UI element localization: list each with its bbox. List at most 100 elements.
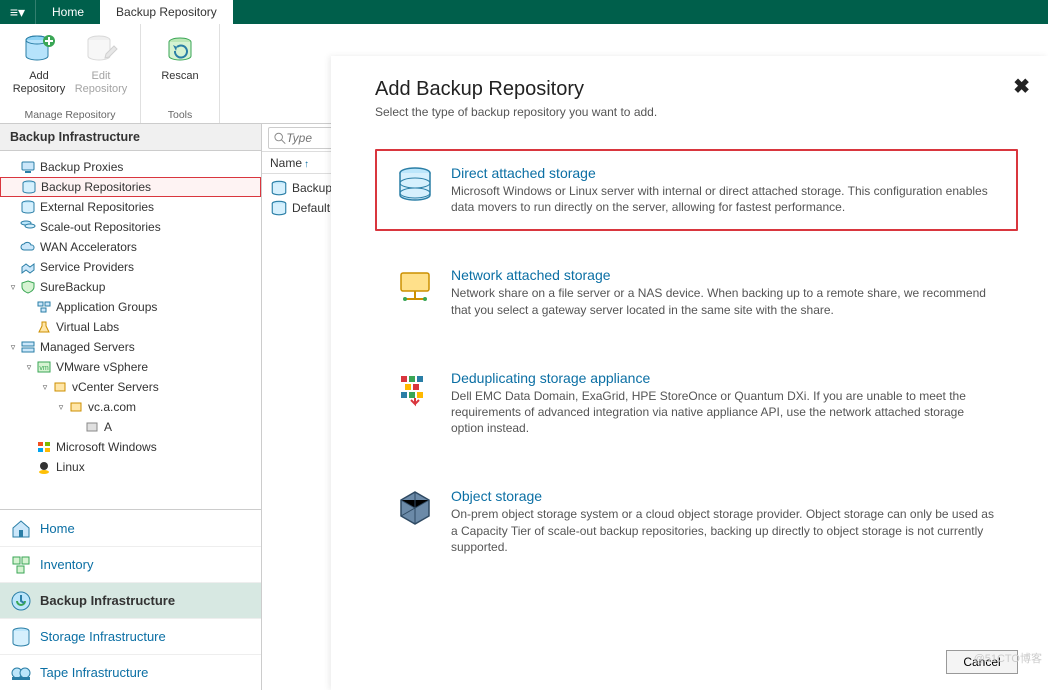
database-icon	[270, 200, 288, 216]
tree-item-vcenter-host[interactable]: ▿ vc.a.com	[0, 397, 261, 417]
caret-down-icon[interactable]: ▿	[54, 402, 68, 413]
sort-asc-icon: ↑	[304, 159, 309, 170]
ribbon-group-tools: Rescan Tools	[141, 24, 220, 123]
vmware-icon: vm	[36, 360, 52, 374]
database-edit-icon	[84, 32, 118, 66]
rescan-icon	[163, 32, 197, 66]
tree-label: VMware vSphere	[56, 360, 148, 374]
tree-item-external-repositories[interactable]: External Repositories	[0, 197, 261, 217]
option-title: Deduplicating storage appliance	[451, 370, 998, 386]
tree-item-surebackup[interactable]: ▿SureBackup	[0, 277, 261, 297]
database-icon	[21, 180, 37, 194]
storage-infra-icon	[10, 626, 32, 648]
tree-label: vc.a.com	[88, 400, 136, 414]
tree-item-backup-proxies[interactable]: Backup Proxies	[0, 157, 261, 177]
ribbon-group-label: Tools	[168, 107, 193, 121]
option-desc: On-prem object storage system or a cloud…	[451, 506, 998, 555]
vcenter-icon	[52, 380, 68, 394]
add-backup-repository-dialog: ✖ Add Backup Repository Select the type …	[331, 56, 1048, 690]
tree-item-service-providers[interactable]: Service Providers	[0, 257, 261, 277]
ribbon-label: Edit Repository	[75, 70, 128, 96]
caret-down-icon[interactable]: ▿	[6, 342, 20, 353]
svg-text:vm: vm	[39, 365, 49, 372]
nav-label: Storage Infrastructure	[40, 629, 166, 644]
rescan-button[interactable]: Rescan	[149, 28, 211, 85]
tree-item-managed-servers[interactable]: ▿ Managed Servers	[0, 337, 261, 357]
tree-label: Application Groups	[56, 300, 157, 314]
option-desc: Dell EMC Data Domain, ExaGrid, HPE Store…	[451, 388, 998, 437]
nav-label: Home	[40, 521, 75, 536]
tab-home[interactable]: Home	[36, 0, 100, 24]
tree-item-linux[interactable]: Linux	[0, 457, 261, 477]
caret-down-icon[interactable]: ▿	[38, 382, 52, 393]
handshake-icon	[20, 260, 36, 274]
proxy-icon	[20, 160, 36, 174]
dialog-subtitle: Select the type of backup repository you…	[375, 105, 1018, 119]
tree-item-application-groups[interactable]: Application Groups	[0, 297, 261, 317]
object-storage-icon	[395, 488, 435, 528]
option-title: Direct attached storage	[451, 165, 998, 181]
tree-item-vcenter-servers[interactable]: ▿ vCenter Servers	[0, 377, 261, 397]
list-label: Default	[292, 201, 330, 215]
option-title: Object storage	[451, 488, 998, 504]
database-add-icon	[22, 32, 56, 66]
dialog-footer: Cancel	[375, 644, 1018, 674]
menubar: ≡▾ Home Backup Repository	[0, 0, 1048, 24]
option-desc: Network share on a file server or a NAS …	[451, 285, 998, 317]
nas-icon	[395, 267, 435, 307]
tab-backup-repository[interactable]: Backup Repository	[100, 0, 233, 24]
shield-icon	[20, 280, 36, 294]
tree-item-wan-accelerators[interactable]: WAN Accelerators	[0, 237, 261, 257]
close-button[interactable]: ✖	[1013, 74, 1030, 99]
tree-item-ms-windows[interactable]: Microsoft Windows	[0, 437, 261, 457]
edit-repository-button: Edit Repository	[70, 28, 132, 98]
bottom-nav: Home Inventory Backup Infrastructure Sto…	[0, 509, 261, 690]
tree-item-backup-repositories[interactable]: Backup Repositories	[0, 177, 261, 197]
option-desc: Microsoft Windows or Linux server with i…	[451, 183, 998, 215]
tree-label: vCenter Servers	[72, 380, 159, 394]
list-label: Backup	[292, 181, 332, 195]
home-icon	[10, 517, 32, 539]
sidebar: Backup Infrastructure Backup Proxies Bac…	[0, 124, 262, 690]
option-object-storage[interactable]: Object storage On-prem object storage sy…	[375, 472, 1018, 571]
tree-item-vmware-vsphere[interactable]: ▿vm VMware vSphere	[0, 357, 261, 377]
das-icon	[395, 165, 435, 205]
tree-label: Scale-out Repositories	[40, 220, 161, 234]
option-title: Network attached storage	[451, 267, 998, 283]
nav-backup-infrastructure[interactable]: Backup Infrastructure	[0, 582, 261, 618]
option-network-attached-storage[interactable]: Network attached storage Network share o…	[375, 251, 1018, 333]
nav-tape-infrastructure[interactable]: Tape Infrastructure	[0, 654, 261, 690]
tree-label: Backup Proxies	[40, 160, 123, 174]
dedup-icon	[395, 370, 435, 410]
tree-label: Microsoft Windows	[56, 440, 157, 454]
ribbon-label: Rescan	[161, 70, 198, 83]
ribbon-label: Add Repository	[13, 70, 66, 96]
database-stack-icon	[20, 220, 36, 234]
tree: Backup Proxies Backup Repositories Exter…	[0, 151, 261, 483]
lab-icon	[36, 320, 52, 334]
nav-home[interactable]: Home	[0, 510, 261, 546]
dialog-options: Direct attached storage Microsoft Window…	[375, 149, 1018, 644]
col-name[interactable]: Name↑	[270, 156, 309, 170]
nav-inventory[interactable]: Inventory	[0, 546, 261, 582]
tree-item-scaleout-repositories[interactable]: Scale-out Repositories	[0, 217, 261, 237]
sidebar-header: Backup Infrastructure	[0, 124, 261, 151]
database-icon	[270, 180, 288, 196]
app-menu-button[interactable]: ≡▾	[0, 0, 36, 24]
ribbon-group-manage: Add Repository Edit Repository Manage Re…	[0, 24, 141, 123]
watermark: @51CTO博客	[974, 650, 1042, 666]
tree-label: Managed Servers	[40, 340, 135, 354]
add-repository-button[interactable]: Add Repository	[8, 28, 70, 98]
tree-item-datacenter[interactable]: A	[0, 417, 261, 437]
option-direct-attached-storage[interactable]: Direct attached storage Microsoft Window…	[375, 149, 1018, 231]
option-deduplicating-storage-appliance[interactable]: Deduplicating storage appliance Dell EMC…	[375, 354, 1018, 453]
tree-item-virtual-labs[interactable]: Virtual Labs	[0, 317, 261, 337]
tree-label: Virtual Labs	[56, 320, 119, 334]
apps-icon	[36, 300, 52, 314]
nav-storage-infrastructure[interactable]: Storage Infrastructure	[0, 618, 261, 654]
nav-label: Backup Infrastructure	[40, 593, 175, 608]
caret-down-icon[interactable]: ▿	[6, 282, 20, 293]
tree-label: Service Providers	[40, 260, 134, 274]
windows-icon	[36, 440, 52, 454]
caret-down-icon[interactable]: ▿	[22, 362, 36, 373]
